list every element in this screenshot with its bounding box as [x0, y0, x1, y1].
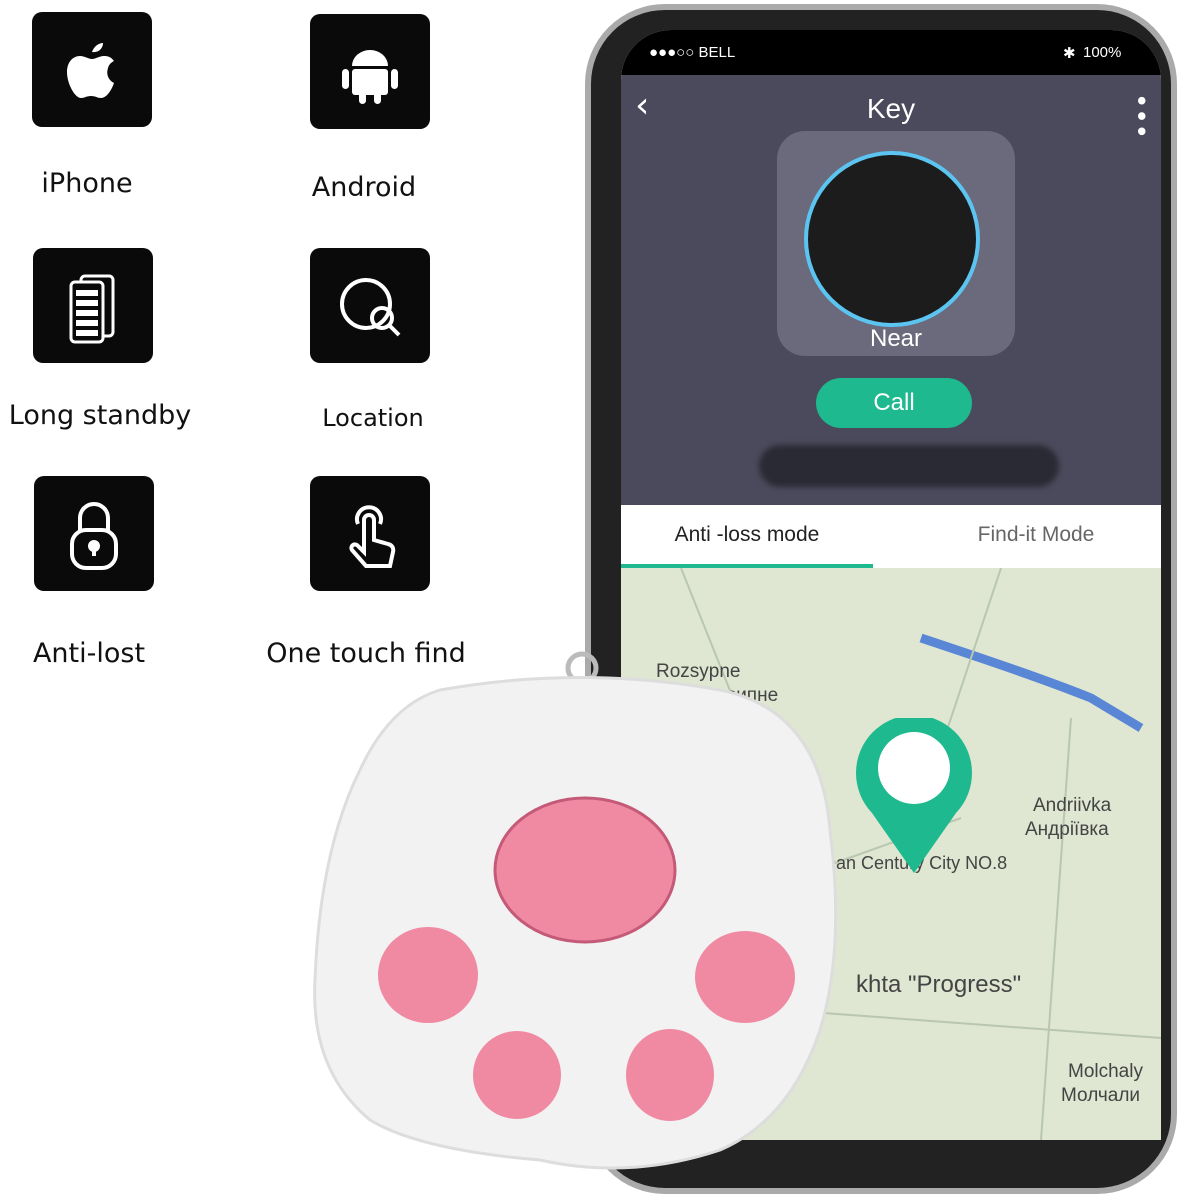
location-pin-icon[interactable]: [854, 718, 974, 878]
touch-hand-icon: [310, 476, 430, 591]
device-photo: [804, 151, 980, 327]
apple-icon: [32, 12, 152, 127]
map-label: Молчали: [1061, 1085, 1141, 1106]
battery-icon: [33, 248, 153, 363]
blurred-address: [759, 445, 1059, 487]
map-label: Андріївка: [1025, 819, 1109, 840]
bluetooth-icon: ✱: [1063, 45, 1076, 62]
device-card: Near: [777, 131, 1015, 356]
feature-label: Anti-lost: [32, 638, 146, 669]
map-label: Andriivka: [1033, 795, 1112, 816]
call-button[interactable]: Call: [816, 378, 972, 428]
feature-label: Android: [311, 172, 417, 203]
android-icon: [310, 14, 430, 129]
location-search-icon: [310, 248, 430, 363]
paw-tracker-device: [313, 651, 838, 1170]
tab-find-it[interactable]: Find-it Mode: [911, 505, 1161, 568]
status-bar: ●●●○○ BELL ✱ 100%: [621, 30, 1161, 75]
tab-anti-loss[interactable]: Anti -loss mode: [621, 505, 873, 568]
feature-label: Long standby: [8, 400, 192, 431]
padlock-icon: [34, 476, 154, 591]
feature-label: Location: [322, 404, 424, 432]
map-label: Molchaly: [1068, 1061, 1143, 1082]
battery-level: 100%: [1083, 44, 1122, 61]
app-header: ‹ Key ••• Near Call: [621, 75, 1161, 505]
page-title: Key: [866, 93, 916, 124]
mode-tabs: Anti -loss mode Find-it Mode: [621, 505, 1161, 568]
notch: [746, 30, 1036, 75]
device-status: Near: [869, 325, 923, 352]
feature-label: iPhone: [41, 168, 133, 199]
carrier: ●●●○○ BELL: [649, 44, 736, 61]
map-label: khta "Progress": [856, 971, 1022, 998]
more-icon[interactable]: •••: [1125, 93, 1155, 139]
